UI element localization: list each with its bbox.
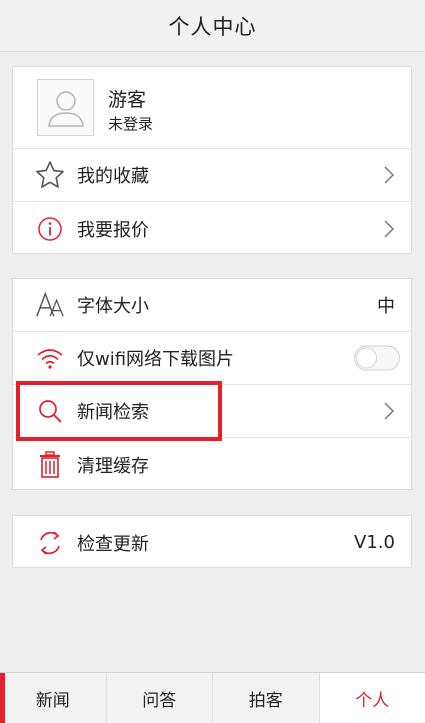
menu-item-quote[interactable]: 我要报价: [13, 202, 411, 255]
profile-section[interactable]: 游客 未登录: [13, 67, 411, 149]
toggle-knob: [356, 347, 377, 369]
menu-item-favorites[interactable]: 我的收藏: [13, 149, 411, 202]
clear-cache-label: 清理缓存: [77, 455, 149, 477]
tab-qa[interactable]: 问答: [107, 673, 213, 723]
chevron-right-icon: [384, 219, 395, 238]
tab-news[interactable]: 新闻: [0, 673, 107, 723]
menu-item-check-update[interactable]: 检查更新 V1.0: [13, 516, 411, 569]
chevron-right-icon: [384, 402, 395, 420]
menu-item-font-size[interactable]: 字体大小 中: [13, 279, 411, 332]
info-icon: [35, 214, 65, 244]
trash-icon: [35, 450, 65, 480]
wifi-only-toggle[interactable]: [354, 345, 400, 371]
page-title: 个人中心: [168, 14, 257, 39]
app-header: 个人中心: [0, 0, 425, 52]
user-silhouette-icon: [47, 90, 84, 127]
font-size-icon: [35, 290, 65, 320]
menu-item-wifi-only[interactable]: 仅wifi网络下载图片: [13, 332, 411, 385]
wifi-icon: [35, 343, 65, 373]
font-size-value: 中: [377, 296, 395, 317]
refresh-icon: [35, 528, 65, 558]
avatar[interactable]: [37, 79, 94, 136]
quote-label: 我要报价: [77, 219, 149, 241]
font-size-label: 字体大小: [77, 296, 149, 317]
check-update-label: 检查更新: [77, 533, 149, 555]
tab-personal[interactable]: 个人: [319, 673, 425, 723]
tab-reporter[interactable]: 拍客: [213, 673, 320, 723]
update-card: 检查更新 V1.0: [12, 515, 412, 568]
star-icon: [35, 160, 65, 190]
chevron-right-icon: [384, 166, 395, 184]
account-card: 游客 未登录 我的收藏 我要报价: [12, 66, 412, 254]
favorites-label: 我的收藏: [77, 166, 149, 187]
login-status: 未登录: [108, 115, 154, 133]
bottom-tab-bar: 新闻 问答 拍客 个人: [0, 672, 425, 723]
highlight-annotation: [16, 381, 222, 441]
version-value: V1.0: [354, 532, 395, 553]
menu-item-clear-cache[interactable]: 清理缓存: [13, 438, 411, 491]
user-name: 游客: [108, 89, 147, 111]
wifi-only-label: 仅wifi网络下载图片: [77, 349, 235, 370]
